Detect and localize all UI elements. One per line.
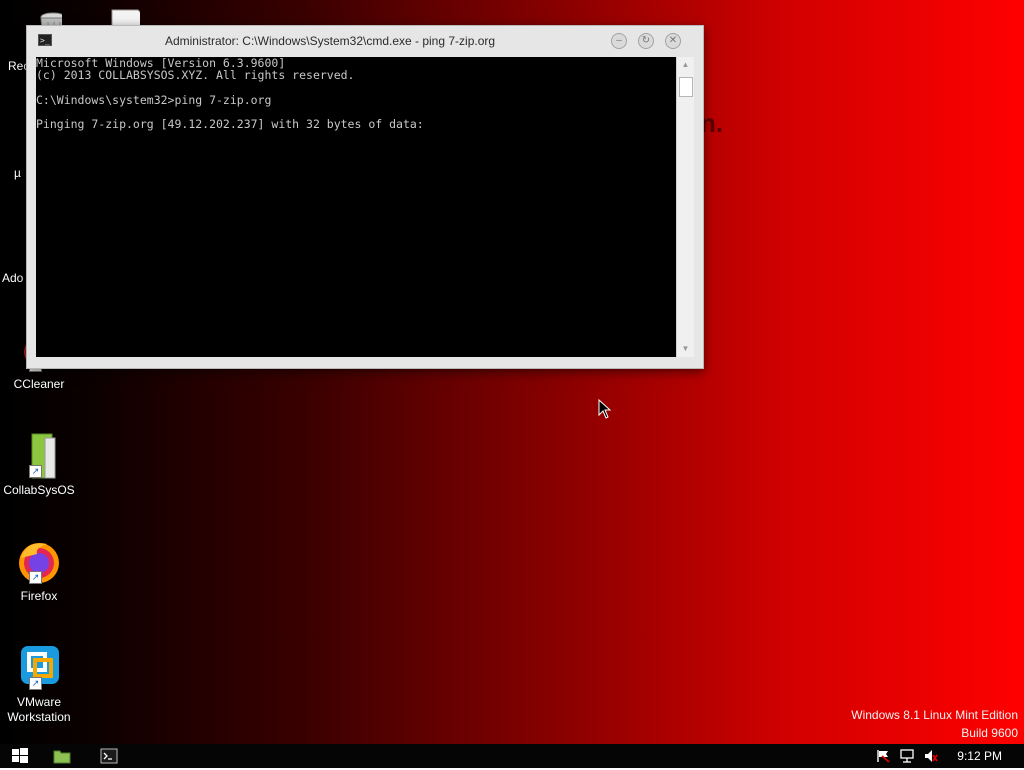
shortcut-arrow-icon: ↗ bbox=[29, 465, 42, 478]
desktop-icon-label: CCleaner bbox=[13, 377, 65, 391]
start-button[interactable] bbox=[11, 747, 29, 765]
cmd-taskbar-button[interactable] bbox=[100, 747, 118, 765]
mouse-cursor-icon bbox=[598, 398, 612, 419]
window-titlebar[interactable]: >_ Administrator: C:\Windows\System32\cm… bbox=[27, 26, 703, 56]
maximize-button[interactable]: ↻ bbox=[638, 33, 654, 49]
firefox-icon: ↗ bbox=[15, 538, 63, 586]
taskbar: 9:12 PM bbox=[0, 744, 1024, 768]
vmware-icon: ↗ bbox=[15, 644, 63, 692]
scroll-up-arrow-icon[interactable]: ▲ bbox=[677, 59, 694, 71]
console-line: C:\Windows\system32>ping 7-zip.org bbox=[36, 92, 272, 107]
cmd-window[interactable]: >_ Administrator: C:\Windows\System32\cm… bbox=[26, 25, 704, 369]
shortcut-arrow-icon: ↗ bbox=[29, 571, 42, 584]
desktop: n. Rec ↗ µ bbox=[0, 0, 1024, 744]
minimize-button[interactable]: – bbox=[611, 33, 627, 49]
desktop-icon-label: Ado bbox=[2, 271, 24, 285]
cmd-app-icon[interactable]: >_ bbox=[38, 34, 52, 46]
desktop-icon-firefox[interactable]: ↗ Firefox bbox=[1, 538, 77, 604]
shortcut-arrow-icon: ↗ bbox=[29, 677, 42, 690]
terminal-icon bbox=[100, 748, 118, 764]
os-watermark: Windows 8.1 Linux Mint Edition Build 960… bbox=[851, 706, 1018, 742]
console-scrollbar[interactable]: ▲ ▼ bbox=[676, 57, 694, 357]
scroll-down-arrow-icon[interactable]: ▼ bbox=[677, 343, 694, 355]
action-center-flag-icon[interactable] bbox=[876, 749, 890, 763]
taskbar-clock[interactable]: 9:12 PM bbox=[957, 749, 1002, 763]
console-line: Pinging 7-zip.org [49.12.202.237] with 3… bbox=[36, 117, 424, 132]
console-line: (c) 2013 COLLABSYSOS.XYZ. All rights res… bbox=[36, 68, 355, 83]
console-line bbox=[36, 81, 676, 93]
network-icon[interactable] bbox=[900, 749, 914, 763]
watermark-edition: Windows 8.1 Linux Mint Edition bbox=[851, 708, 1018, 722]
desktop-icon-label: µ bbox=[14, 166, 21, 180]
window-title: Administrator: C:\Windows\System32\cmd.e… bbox=[164, 34, 496, 48]
folder-icon bbox=[53, 750, 71, 764]
desktop-icon-label: CollabSysOS bbox=[3, 483, 75, 497]
desktop-icon-label: Firefox bbox=[20, 589, 58, 603]
file-manager-taskbar-button[interactable] bbox=[53, 747, 71, 765]
scrollbar-thumb[interactable] bbox=[679, 77, 693, 97]
desktop-icon-collabsysos[interactable]: ↗ CollabSysOS bbox=[1, 432, 77, 498]
collabsysos-icon: ↗ bbox=[15, 432, 63, 480]
desktop-icon-label: VMware Workstation bbox=[7, 695, 71, 724]
console-output[interactable]: Microsoft Windows [Version 6.3.9600] (c)… bbox=[36, 57, 676, 357]
volume-muted-icon[interactable] bbox=[924, 749, 938, 763]
close-button[interactable]: ✕ bbox=[665, 33, 681, 49]
windows-logo-icon bbox=[12, 748, 28, 763]
watermark-build: Build 9600 bbox=[961, 726, 1018, 740]
desktop-icon-vmware[interactable]: ↗ VMware Workstation bbox=[1, 644, 77, 725]
